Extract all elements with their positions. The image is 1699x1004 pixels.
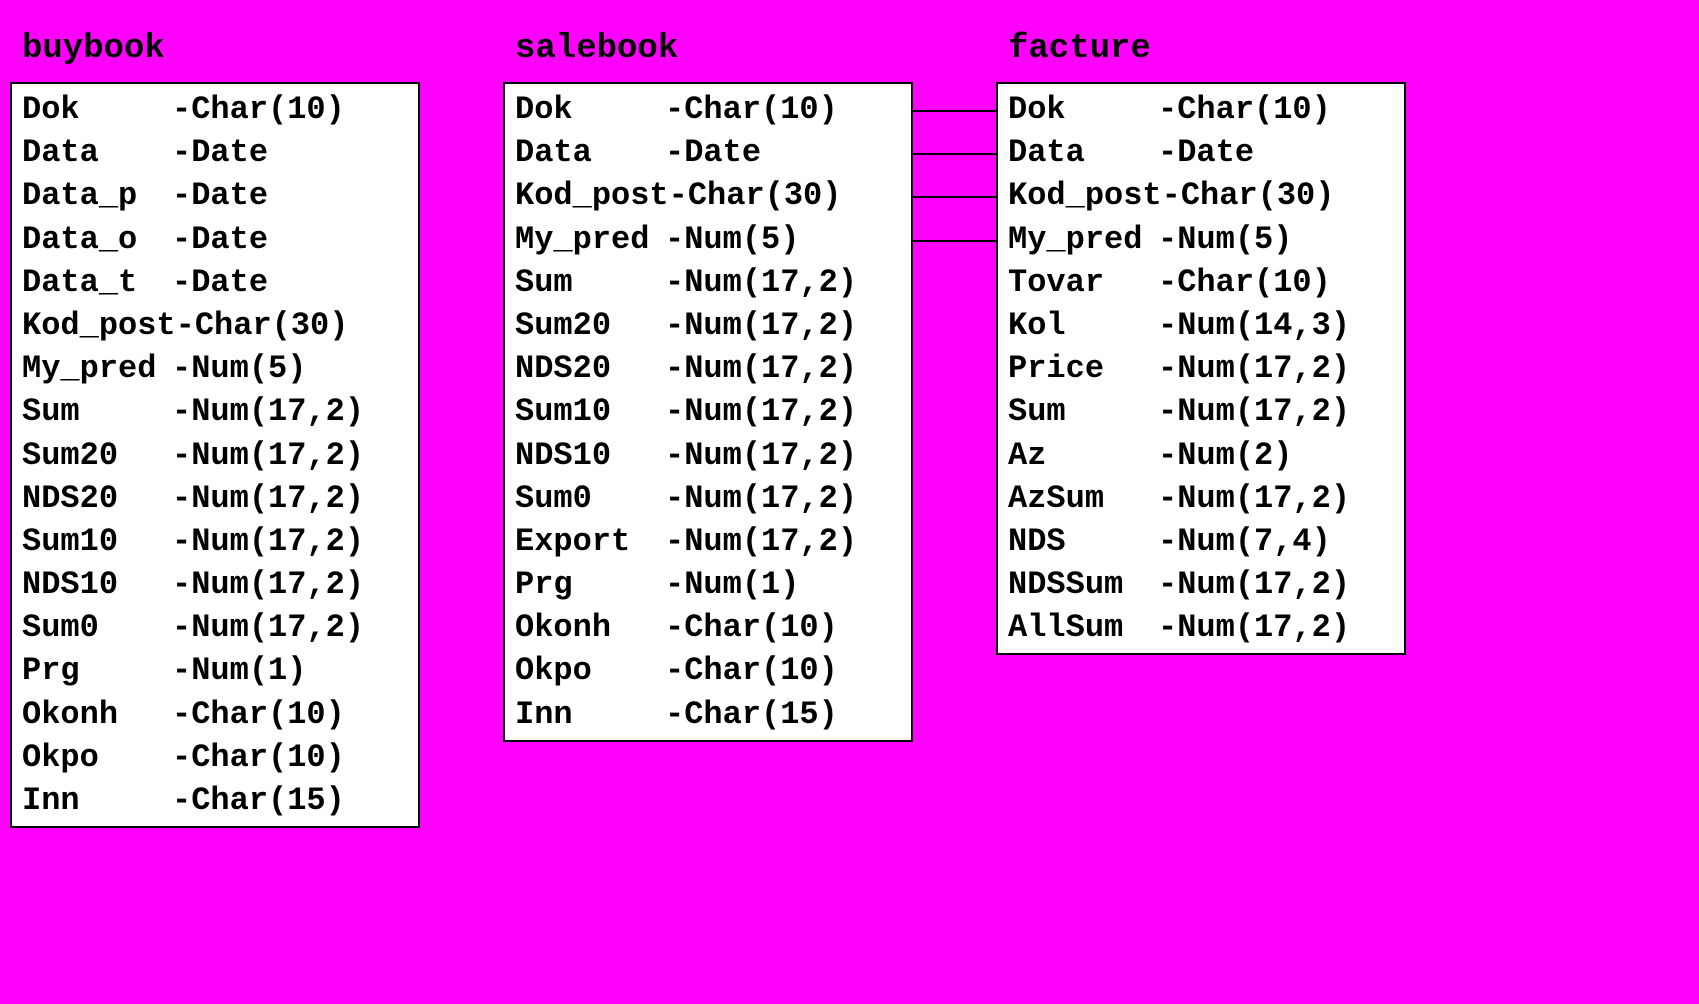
field-row: My_pred-Num(5) [1008,218,1394,261]
field-row: Az-Num(2) [1008,434,1394,477]
field-row: Dok-Char(10) [1008,88,1394,131]
field-row: Sum0-Num(17,2) [515,477,901,520]
relation-line [913,196,996,198]
field-row: Kod_post-Char(30) [515,174,901,217]
field-row: Data-Date [1008,131,1394,174]
field-row: Sum20-Num(17,2) [22,434,408,477]
field-row: Okonh-Char(10) [22,693,408,736]
relation-line [913,240,996,242]
field-row: Data_t-Date [22,261,408,304]
field-row: My_pred-Num(5) [22,347,408,390]
field-row: Kod_post-Char(30) [1008,174,1394,217]
field-row: Kol-Num(14,3) [1008,304,1394,347]
field-row: NDS10-Num(17,2) [515,434,901,477]
field-row: Okpo-Char(10) [515,649,901,692]
entity-buybook-fields: Dok-Char(10) Data-Date Data_p-Date Data_… [12,84,418,826]
entity-facture-fields: Dok-Char(10) Data-Date Kod_post-Char(30)… [998,84,1404,653]
entity-title-buybook: buybook [22,30,165,68]
relation-line [913,110,996,112]
entity-title-facture: facture [1008,30,1151,68]
field-row: Inn-Char(15) [22,779,408,822]
field-row: Export-Num(17,2) [515,520,901,563]
field-row: Sum-Num(17,2) [515,261,901,304]
field-row: Data_p-Date [22,174,408,217]
field-row: NDS-Num(7,4) [1008,520,1394,563]
field-row: NDS10-Num(17,2) [22,563,408,606]
field-row: NDS20-Num(17,2) [22,477,408,520]
field-row: Data_o-Date [22,218,408,261]
field-row: NDS20-Num(17,2) [515,347,901,390]
field-row: NDSSum-Num(17,2) [1008,563,1394,606]
field-row: Tovar-Char(10) [1008,261,1394,304]
entity-facture[interactable]: Dok-Char(10) Data-Date Kod_post-Char(30)… [996,82,1406,655]
field-row: Inn-Char(15) [515,693,901,736]
entity-buybook[interactable]: Dok-Char(10) Data-Date Data_p-Date Data_… [10,82,420,828]
entity-title-salebook: salebook [515,30,678,68]
field-row: Data-Date [22,131,408,174]
field-row: Okonh-Char(10) [515,606,901,649]
field-row: Dok-Char(10) [515,88,901,131]
entity-salebook-fields: Dok-Char(10) Data-Date Kod_post-Char(30)… [505,84,911,740]
field-row: My_pred-Num(5) [515,218,901,261]
field-row: Sum0-Num(17,2) [22,606,408,649]
field-row: Prg-Num(1) [515,563,901,606]
field-row: Kod_post-Char(30) [22,304,408,347]
relation-line [913,153,996,155]
field-row: Okpo-Char(10) [22,736,408,779]
entity-salebook[interactable]: Dok-Char(10) Data-Date Kod_post-Char(30)… [503,82,913,742]
field-row: Sum10-Num(17,2) [515,390,901,433]
field-row: Sum20-Num(17,2) [515,304,901,347]
field-row: AllSum-Num(17,2) [1008,606,1394,649]
field-row: Prg-Num(1) [22,649,408,692]
field-row: AzSum-Num(17,2) [1008,477,1394,520]
field-row: Price-Num(17,2) [1008,347,1394,390]
field-row: Sum10-Num(17,2) [22,520,408,563]
field-row: Sum-Num(17,2) [1008,390,1394,433]
field-row: Data-Date [515,131,901,174]
field-row: Sum-Num(17,2) [22,390,408,433]
field-row: Dok-Char(10) [22,88,408,131]
